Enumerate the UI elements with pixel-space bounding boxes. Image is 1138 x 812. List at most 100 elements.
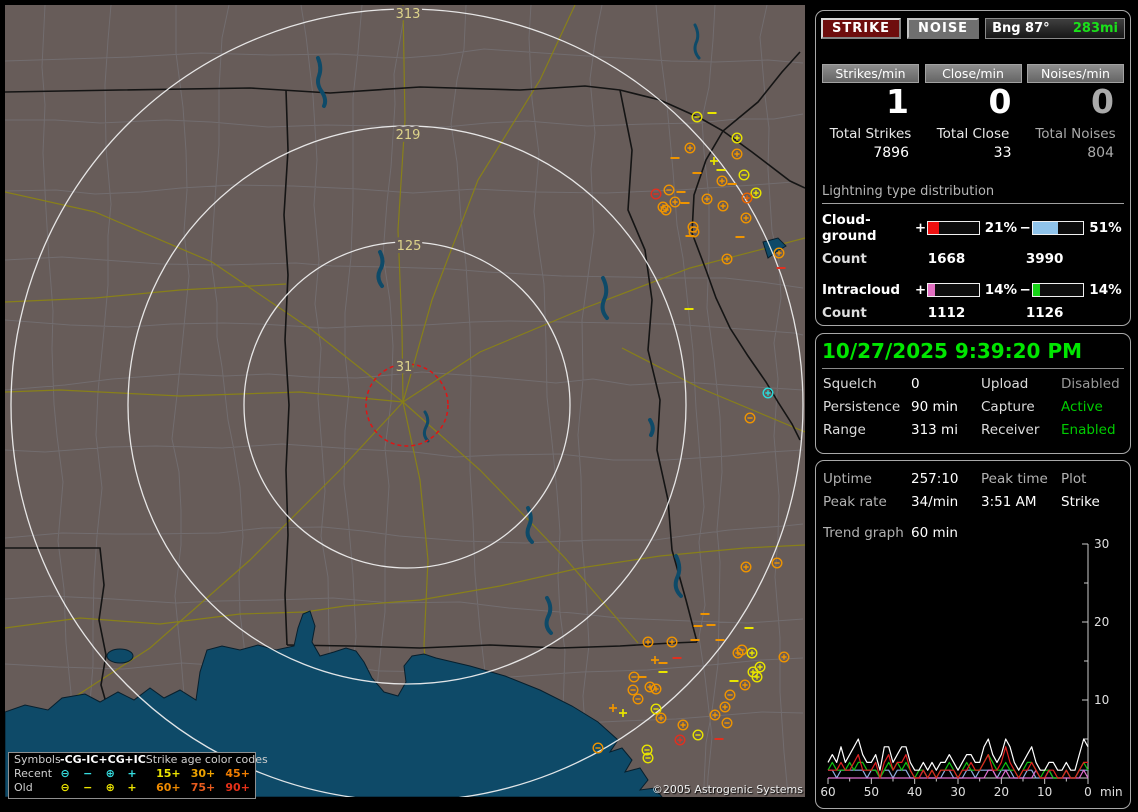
count-label: Count xyxy=(822,251,867,267)
legend-col-neg-cg: -CG xyxy=(60,753,82,766)
legend-age-code: 75+ xyxy=(190,781,216,794)
cg-neg-count: 3990 xyxy=(1025,251,1064,267)
svg-text:10: 10 xyxy=(1094,693,1109,707)
status-row: Persistence 90 min Capture Active xyxy=(816,399,1130,415)
receiver-label: Receiver xyxy=(981,422,1040,438)
uptime-label: Uptime xyxy=(823,471,872,487)
cg-pos-count: 1668 xyxy=(927,251,966,267)
total-strikes-label: Total Strikes xyxy=(829,126,912,142)
svg-text:min: min xyxy=(1100,785,1123,799)
stats-row: Uptime 257:10 Peak time Plot xyxy=(816,471,1130,487)
upload-status: Disabled xyxy=(1061,376,1120,392)
legend-col-pos-cg: +CG xyxy=(98,753,125,766)
cloud-ground-label: Cloud-ground xyxy=(822,212,877,244)
status-panel: 10/27/2025 9:39:20 PM Squelch 0 Upload D… xyxy=(815,333,1131,454)
noises-per-min-chip: Noises/min xyxy=(1027,64,1124,83)
legend-symbol-glyph: + xyxy=(127,767,137,780)
cg-neg-bar xyxy=(1031,221,1085,235)
svg-text:40: 40 xyxy=(907,785,922,799)
legend-symbol-glyph: ⊖ xyxy=(60,767,70,780)
strike-mode-button[interactable]: STRIKE xyxy=(821,17,902,39)
plus-sign: + xyxy=(914,220,927,236)
total-noises-label: Total Noises xyxy=(1035,126,1116,142)
noise-mode-button[interactable]: NOISE xyxy=(907,17,980,39)
legend-age-code: 15+ xyxy=(156,767,181,780)
uptime-value: 257:10 xyxy=(911,471,959,487)
ring-label-125: 125 xyxy=(397,239,422,254)
bearing-label: Bng 87° xyxy=(992,20,1050,36)
legend-symbol-glyph: ⊕ xyxy=(105,767,115,780)
trend-panel: Uptime 257:10 Peak time Plot Peak rate 3… xyxy=(815,460,1131,809)
svg-text:0: 0 xyxy=(1084,785,1092,799)
cg-pos-pct: 21% xyxy=(984,220,1018,236)
ic-pos-bar xyxy=(927,283,980,297)
peak-rate-value: 34/min xyxy=(911,494,959,510)
peak-time-label: Peak time xyxy=(981,471,1048,487)
datetime-display: 10/27/2025 9:39:20 PM xyxy=(822,339,1124,369)
legend-age-code: 90+ xyxy=(225,781,250,794)
total-strikes-value: 7896 xyxy=(873,145,909,161)
ring-label-31: 31 xyxy=(396,360,413,375)
ic-neg-count: 1126 xyxy=(1025,305,1064,321)
plot-label: Plot xyxy=(1061,471,1087,487)
ic-neg-pct: 14% xyxy=(1089,282,1122,298)
map-view[interactable]: 313 219 125 31 Symbols -CG -IC +CG +IC Stri… xyxy=(5,5,805,799)
svg-text:30: 30 xyxy=(950,785,965,799)
intracloud-label: Intracloud xyxy=(822,282,901,298)
cg-neg-pct: 51% xyxy=(1089,220,1122,236)
plot-type-value: Strike xyxy=(1061,494,1100,510)
strike-stats-panel: STRIKE NOISE Bng 87° 283mi Strikes/min 1… xyxy=(815,10,1131,326)
capture-status: Active xyxy=(1061,399,1103,415)
map-legend: Symbols -CG -IC +CG +IC Strike age color… xyxy=(8,752,268,799)
legend-row-old: Old ⊖ − ⊕ +60+ 75+ 90+ xyxy=(9,781,255,795)
svg-text:20: 20 xyxy=(994,785,1009,799)
legend-symbols-label: Symbols xyxy=(14,753,61,766)
persistence-label: Persistence xyxy=(823,399,901,415)
minus-sign: − xyxy=(1019,282,1031,298)
legend-age-label: Old xyxy=(14,781,33,794)
squelch-value: 0 xyxy=(911,376,920,392)
receiver-status: Enabled xyxy=(1061,422,1116,438)
noises-per-min-value: 0 xyxy=(1091,82,1114,121)
status-row: Range 313 mi Receiver Enabled xyxy=(816,422,1130,438)
app-window: 313 219 125 31 Symbols -CG -IC +CG +IC Stri… xyxy=(0,0,1138,812)
ring-label-313: 313 xyxy=(396,7,421,22)
strikes-per-min-chip: Strikes/min xyxy=(822,64,919,83)
minus-sign: − xyxy=(1019,220,1031,236)
cloud-ground-row: Cloud-ground + 21% − 51% xyxy=(822,212,1124,244)
status-row: Squelch 0 Upload Disabled xyxy=(816,376,1130,392)
map-svg: 313 219 125 31 xyxy=(5,5,805,797)
svg-text:10: 10 xyxy=(1037,785,1052,799)
legend-col-pos-ic: +IC xyxy=(124,753,146,766)
bearing-range: 283mi xyxy=(1072,20,1118,36)
trend-graph: 10 20 30 0 10 20 30 40 50 60 min xyxy=(820,539,1123,799)
svg-text:30: 30 xyxy=(1094,539,1109,551)
peak-time-value: 3:51 AM xyxy=(981,494,1037,510)
legend-row-recent: Recent ⊖ − ⊕ +15+ 30+ 45+ xyxy=(9,767,255,781)
ic-pos-pct: 14% xyxy=(984,282,1018,298)
plus-sign: + xyxy=(914,282,927,298)
distribution-title: Lightning type distribution xyxy=(822,184,1124,204)
peak-rate-label: Peak rate xyxy=(823,494,887,510)
capture-label: Capture xyxy=(981,399,1035,415)
total-noises-value: 804 xyxy=(1087,145,1114,161)
close-per-min-value: 0 xyxy=(988,82,1012,121)
ic-pos-count: 1112 xyxy=(927,305,966,321)
copyright-text: ©2005 Astrogenic Systems xyxy=(651,783,803,796)
svg-text:60: 60 xyxy=(820,785,835,799)
count-label: Count xyxy=(822,305,867,321)
cg-pos-bar xyxy=(927,221,980,235)
persistence-value: 90 min xyxy=(911,399,958,415)
legend-symbol-glyph: ⊕ xyxy=(105,781,115,794)
ic-neg-bar xyxy=(1031,283,1085,297)
legend-symbol-glyph: − xyxy=(83,781,93,794)
close-per-min-column: Close/min 0 Total Close 33 xyxy=(924,64,1022,161)
noises-per-min-column: Noises/min 0 Total Noises 804 xyxy=(1027,64,1124,161)
stats-row: Peak rate 34/min 3:51 AM Strike xyxy=(816,494,1130,510)
svg-text:50: 50 xyxy=(864,785,879,799)
legend-age-label: Recent xyxy=(14,767,53,780)
close-per-min-chip: Close/min xyxy=(924,64,1022,83)
legend-symbol-glyph: − xyxy=(83,767,93,780)
total-close-label: Total Close xyxy=(936,126,1010,142)
intracloud-count-row: Count 1112 1126 xyxy=(822,305,1124,321)
